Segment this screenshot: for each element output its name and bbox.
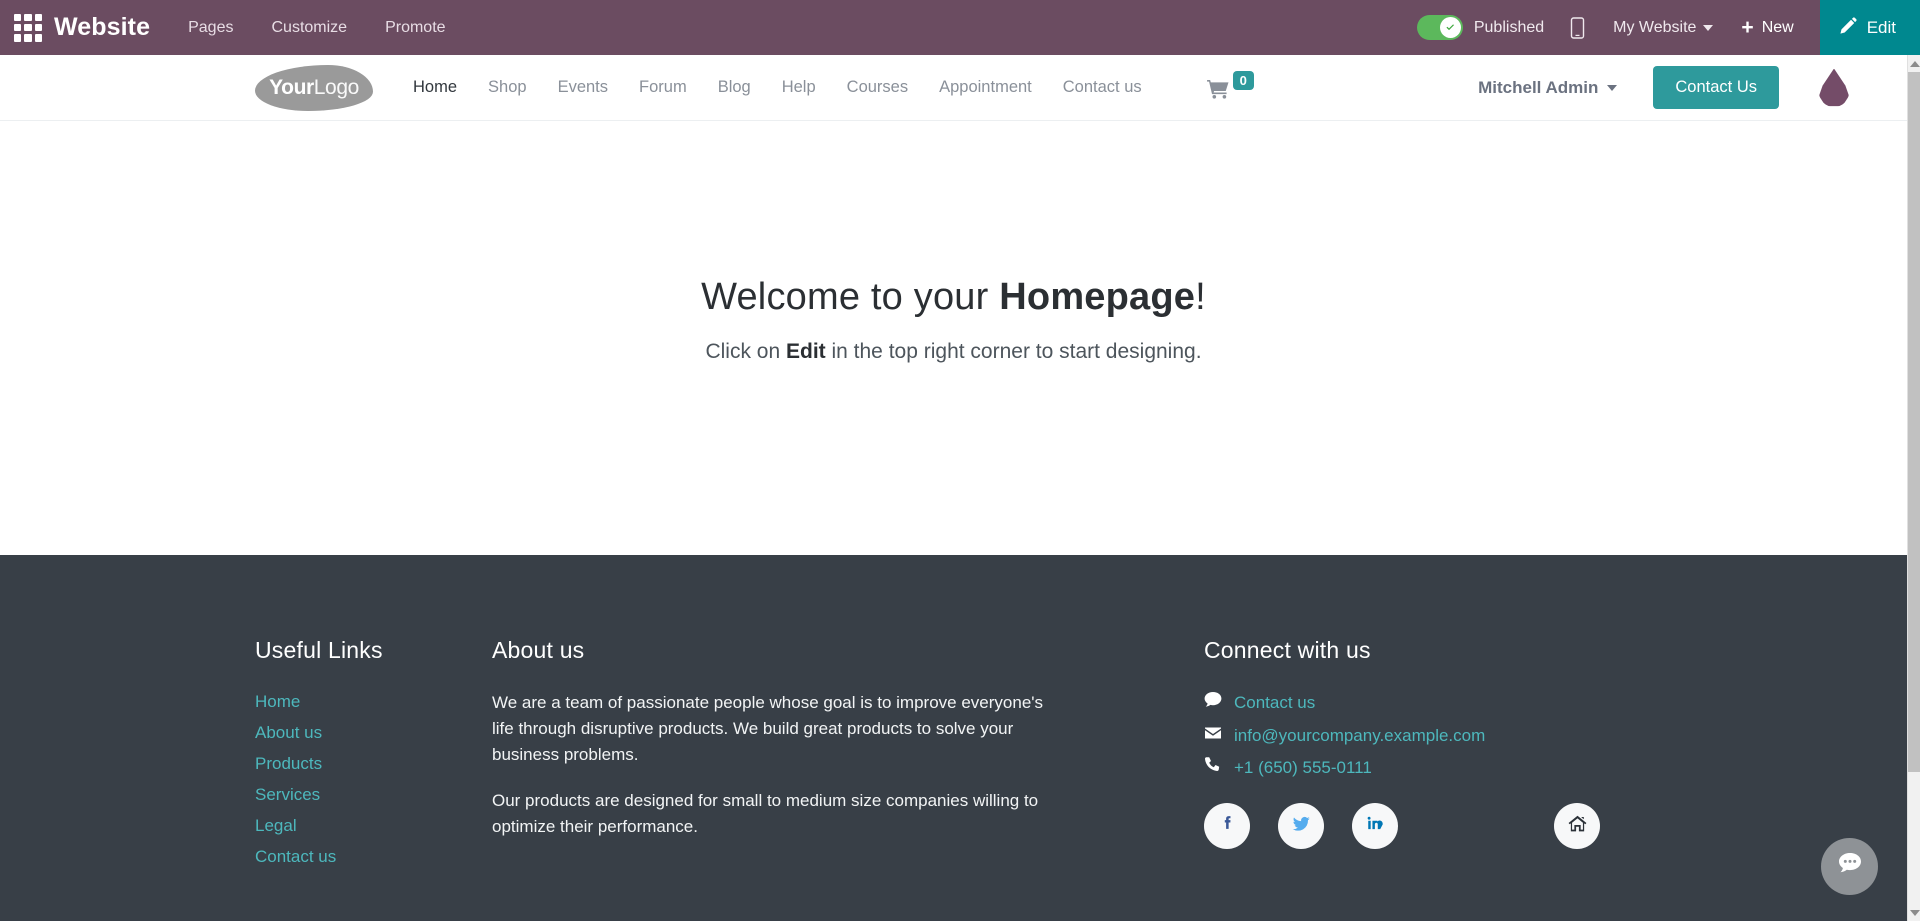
nav-link-forum[interactable]: Forum — [639, 78, 687, 97]
livechat-button[interactable] — [1821, 838, 1878, 895]
logo-text: YourLogo — [269, 76, 359, 100]
scroll-down-arrow[interactable] — [1908, 904, 1920, 921]
footer-link-products[interactable]: Products — [255, 752, 455, 777]
logo-text-bold: Your — [269, 75, 314, 99]
nav-link-courses[interactable]: Courses — [847, 78, 908, 97]
mobile-preview-icon[interactable] — [1570, 16, 1585, 39]
check-icon — [1439, 17, 1461, 38]
comment-icon — [1204, 691, 1222, 714]
website-navbar: YourLogo Home Shop Events Forum Blog Hel… — [0, 55, 1907, 121]
footer-contact-link[interactable]: Contact us — [1234, 690, 1315, 716]
social-link-twitter[interactable] — [1278, 803, 1324, 849]
phone-icon — [1204, 756, 1222, 779]
twitter-icon — [1291, 813, 1312, 839]
footer-link-legal[interactable]: Legal — [255, 814, 455, 839]
logo-text-light: Logo — [313, 75, 360, 99]
topbar-menu-promote[interactable]: Promote — [385, 19, 445, 37]
nav-link-help[interactable]: Help — [782, 78, 816, 97]
publish-state-label: Published — [1473, 18, 1545, 36]
page-title-prefix: Welcome to your — [701, 276, 1000, 318]
cart-count-badge: 0 — [1232, 71, 1254, 90]
user-menu[interactable]: Mitchell Admin — [1478, 77, 1618, 98]
main-nav-links: Home Shop Events Forum Blog Help Courses… — [413, 78, 1173, 97]
chat-bubble-icon — [1836, 850, 1864, 883]
publish-toggle[interactable]: Published — [1416, 15, 1545, 40]
footer-phone-link[interactable]: +1 (650) 555-0111 — [1234, 755, 1372, 781]
your-logo[interactable]: YourLogo — [255, 64, 373, 111]
new-button-label: New — [1761, 18, 1794, 36]
home-icon — [1567, 813, 1588, 839]
facebook-icon — [1217, 813, 1238, 839]
footer-link-home[interactable]: Home — [255, 690, 455, 715]
footer-about-paragraph-2: Our products are designed for small to m… — [492, 791, 1039, 837]
topbar-menu-customize[interactable]: Customize — [271, 19, 347, 37]
footer-link-contact-us[interactable]: Contact us — [255, 845, 455, 870]
social-link-home[interactable] — [1554, 803, 1600, 849]
scrollbar-thumb[interactable] — [1908, 72, 1920, 772]
pencil-icon — [1840, 17, 1857, 39]
footer-heading-connect-with-us: Connect with us — [1204, 637, 1371, 663]
page-subtitle-bold: Edit — [785, 340, 826, 363]
page-scrollbar[interactable] — [1907, 55, 1920, 921]
footer-contact-row-email[interactable]: info@yourcompany.example.com — [1204, 723, 1624, 749]
footer-column-connect-with-us: Connect with us Contact us info@yourcomp… — [1204, 637, 1624, 788]
footer-contact-row-phone[interactable]: +1 (650) 555-0111 — [1204, 755, 1624, 781]
water-drop-avatar[interactable] — [1819, 68, 1849, 107]
edit-button[interactable]: Edit — [1819, 0, 1920, 55]
contact-us-cta-button[interactable]: Contact Us — [1653, 66, 1779, 109]
page-subtitle: Click on Edit in the top right corner to… — [705, 340, 1201, 364]
odoo-systray-topbar: Website Pages Customize Promote Publishe… — [0, 0, 1920, 55]
page-subtitle-prefix: Click on — [705, 340, 786, 363]
nav-link-contact-us[interactable]: Contact us — [1063, 78, 1142, 97]
edit-button-label: Edit — [1866, 17, 1896, 37]
new-button[interactable]: + New — [1741, 17, 1793, 38]
chevron-down-icon — [1607, 84, 1618, 91]
scroll-up-arrow[interactable] — [1908, 55, 1920, 72]
footer-heading-useful-links: Useful Links — [255, 637, 383, 663]
footer-column-useful-links: Useful Links Home About us Products Serv… — [255, 637, 455, 876]
footer-about-paragraph-1: We are a team of passionate people whose… — [492, 693, 1044, 764]
page-subtitle-suffix: in the top right corner to start designi… — [825, 340, 1202, 363]
hero-section: Welcome to your Homepage! Click on Edit … — [0, 121, 1907, 555]
topbar-right-group: Published My Website + New Edit — [1416, 0, 1920, 55]
footer-social-links — [1204, 803, 1600, 849]
footer-contact-row-message[interactable]: Contact us — [1204, 690, 1624, 716]
nav-link-events[interactable]: Events — [558, 78, 608, 97]
website-selector-label: My Website — [1613, 18, 1697, 36]
user-menu-label: Mitchell Admin — [1478, 77, 1599, 97]
shopping-cart-icon — [1206, 71, 1230, 104]
page-title-suffix: ! — [1195, 276, 1206, 318]
page-title-bold: Homepage — [999, 276, 1196, 318]
social-link-linkedin[interactable] — [1352, 803, 1398, 849]
nav-link-shop[interactable]: Shop — [488, 78, 527, 97]
apps-grid-icon[interactable] — [14, 13, 42, 42]
shopping-cart[interactable]: 0 — [1206, 71, 1254, 104]
footer-link-services[interactable]: Services — [255, 783, 455, 808]
envelope-icon — [1204, 724, 1222, 747]
footer-link-about-us[interactable]: About us — [255, 721, 455, 746]
website-selector[interactable]: My Website — [1613, 18, 1714, 37]
app-name-website[interactable]: Website — [54, 13, 150, 42]
footer-email-link[interactable]: info@yourcompany.example.com — [1234, 723, 1485, 749]
nav-link-home[interactable]: Home — [413, 78, 457, 97]
topbar-menu-pages[interactable]: Pages — [188, 19, 233, 37]
site-footer: Useful Links Home About us Products Serv… — [0, 555, 1907, 921]
footer-heading-about-us: About us — [492, 637, 585, 663]
footer-column-about-us: About us We are a team of passionate peo… — [492, 637, 1052, 861]
nav-link-blog[interactable]: Blog — [718, 78, 751, 97]
linkedin-icon — [1365, 813, 1386, 839]
chevron-down-icon — [1703, 24, 1714, 31]
toggle-pill[interactable] — [1416, 15, 1463, 40]
plus-icon: + — [1741, 16, 1754, 39]
social-link-facebook[interactable] — [1204, 803, 1250, 849]
nav-link-appointment[interactable]: Appointment — [939, 78, 1032, 97]
page-title: Welcome to your Homepage! — [701, 276, 1206, 319]
